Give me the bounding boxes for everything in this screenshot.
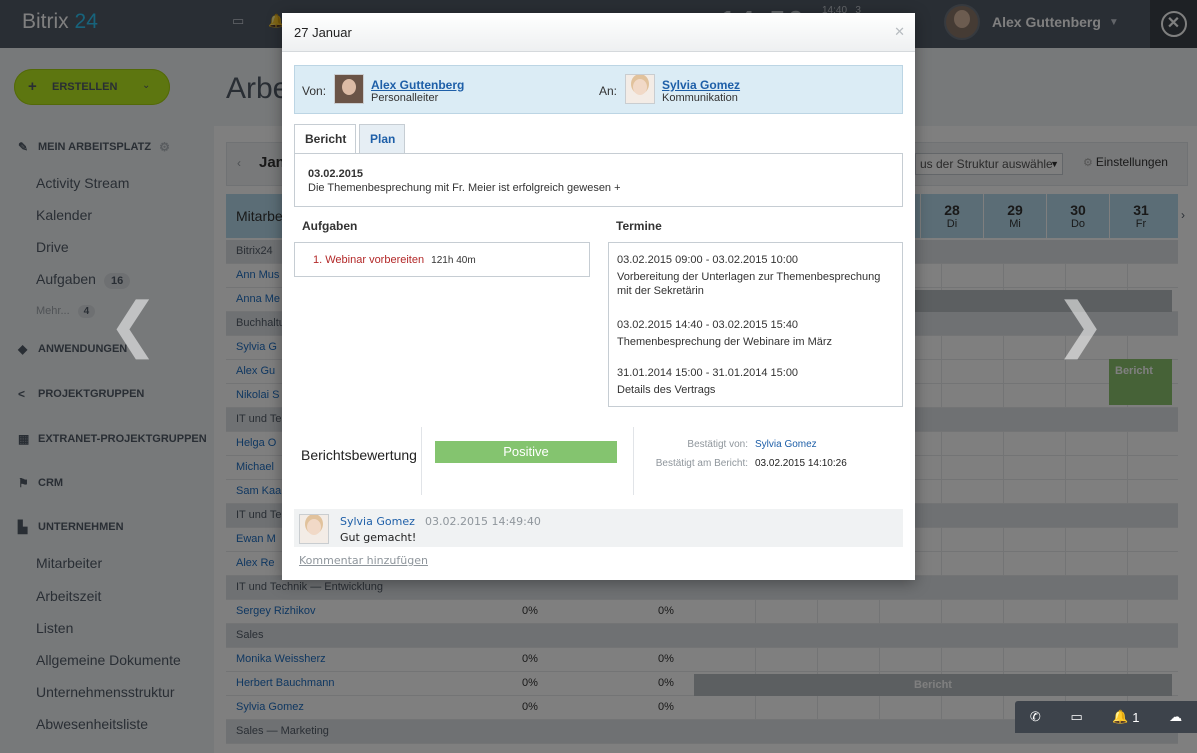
confirmed-at: 03.02.2015 14:10:26 — [755, 458, 847, 469]
tab-report[interactable]: Bericht — [294, 124, 356, 154]
task-link[interactable]: Webinar vorbereiten — [325, 254, 424, 266]
divider — [421, 427, 422, 495]
dialog-header: 27 Januar ✕ — [282, 13, 915, 52]
add-comment-link[interactable]: Kommentar hinzufügen — [299, 554, 428, 567]
messenger-tray: ✆ ▭ 🔔 1 ☁ — [1015, 701, 1197, 733]
bell-icon[interactable]: 🔔 1 — [1112, 709, 1139, 725]
rating-label: Berichtsbewertung — [301, 447, 417, 463]
to-label: An: — [599, 84, 618, 98]
list-item: 03.02.2015 09:00 - 03.02.2015 10:00 Vorbe… — [617, 254, 881, 297]
chat-icon[interactable]: ▭ — [1070, 709, 1082, 725]
events-list: 03.02.2015 09:00 - 03.02.2015 10:00 Vorbe… — [608, 242, 903, 407]
report-content: 03.02.2015 Die Themenbesprechung mit Fr.… — [294, 153, 903, 207]
tasks-title: Aufgaben — [302, 219, 358, 233]
dialog-title: 27 Januar — [294, 25, 352, 40]
divider — [633, 427, 634, 495]
rating-section: Berichtsbewertung Positive Bestätigt von… — [282, 427, 915, 497]
tab-plan[interactable]: Plan — [359, 124, 405, 154]
from-role: Personalleiter — [371, 92, 439, 104]
phone-icon[interactable]: ✆ — [1030, 709, 1041, 725]
confirmed-by-link[interactable]: Sylvia Gomez — [755, 439, 817, 450]
report-text: Die Themenbesprechung mit Fr. Meier ist … — [308, 182, 621, 194]
task-time: 121h 40m — [431, 255, 476, 266]
list-item[interactable]: 1. Webinar vorbereiten 121h 40m — [313, 254, 476, 266]
avatar[interactable] — [625, 74, 655, 104]
avatar[interactable] — [299, 514, 329, 544]
notify-count: 1 — [1132, 709, 1140, 725]
confirmed-at-label: Bestätigt am Bericht: — [655, 458, 748, 469]
to-role: Kommunikation — [662, 92, 738, 104]
from-name-link[interactable]: Alex Guttenberg — [371, 78, 464, 92]
close-icon[interactable]: ✕ — [894, 24, 905, 40]
events-title: Termine — [616, 219, 662, 233]
list-item: 31.01.2014 15:00 - 31.01.2014 15:00 Detai… — [617, 367, 799, 396]
tasks-list: 1. Webinar vorbereiten 121h 40m — [294, 242, 590, 277]
comment-time: 03.02.2015 14:49:40 — [425, 515, 541, 528]
from-to-panel: Von: Alex Guttenberg Personalleiter An: … — [294, 65, 903, 114]
cloud-icon[interactable]: ☁ — [1169, 709, 1182, 725]
list-item: 03.02.2015 14:40 - 03.02.2015 15:40 Theme… — [617, 319, 833, 348]
to-name-link[interactable]: Sylvia Gomez — [662, 78, 740, 92]
comment-text: Gut gemacht! — [340, 531, 417, 544]
next-arrow-icon[interactable]: ❯ — [1055, 290, 1105, 360]
avatar[interactable] — [334, 74, 364, 104]
from-label: Von: — [302, 84, 327, 98]
comment-author-link[interactable]: Sylvia Gomez — [340, 515, 415, 528]
rating-positive-button[interactable]: Positive — [435, 441, 617, 463]
comment: Sylvia Gomez 03.02.2015 14:49:40 Gut gem… — [294, 509, 903, 547]
confirmed-by-label: Bestätigt von: — [687, 439, 748, 450]
previous-arrow-icon[interactable]: ❮ — [108, 290, 158, 360]
report-date: 03.02.2015 — [308, 168, 364, 180]
report-dialog: 27 Januar ✕ Von: Alex Guttenberg Persona… — [282, 13, 915, 580]
